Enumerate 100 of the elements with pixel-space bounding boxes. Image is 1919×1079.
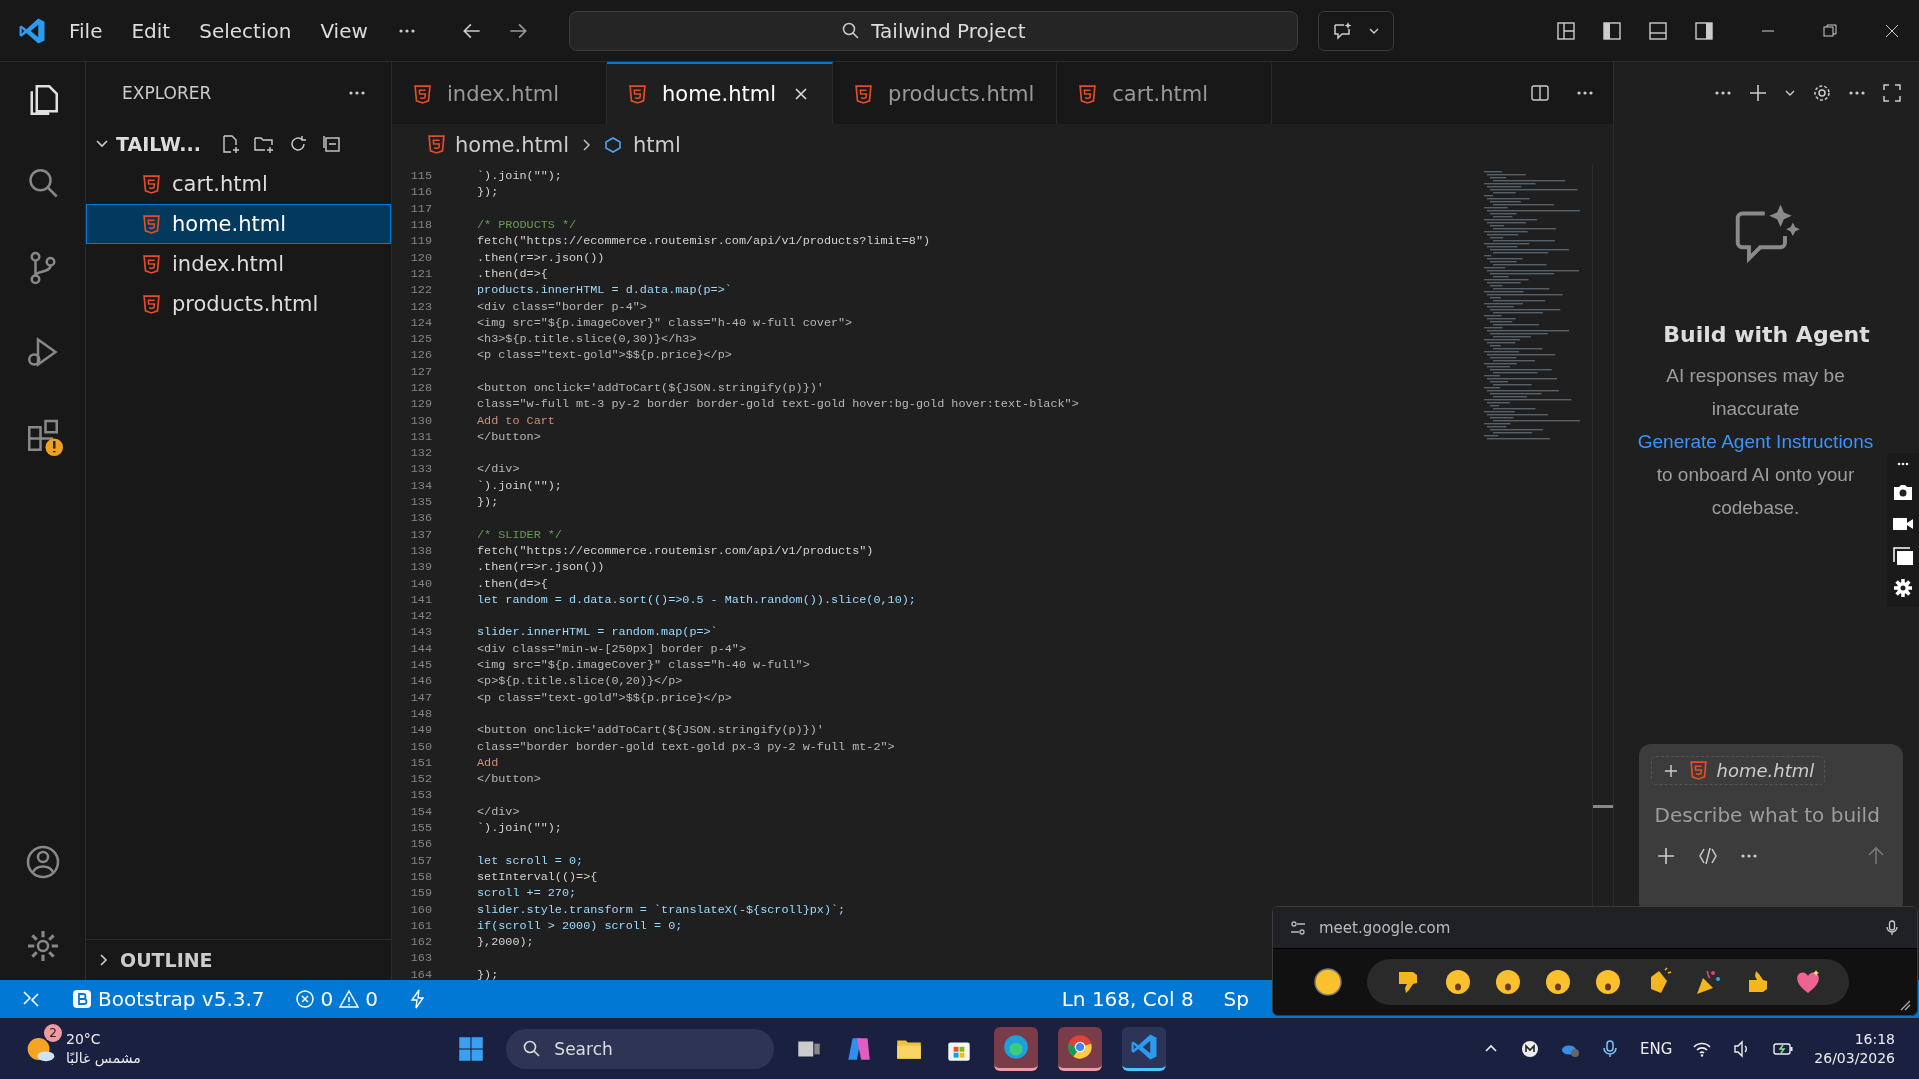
html-file-icon bbox=[143, 174, 160, 194]
code-tool-icon[interactable] bbox=[1696, 845, 1719, 867]
explorer-tree-row[interactable]: cart.html bbox=[86, 164, 391, 204]
secondary-sidebar-toggle-icon[interactable] bbox=[1693, 19, 1715, 42]
line-number: 162 bbox=[409, 935, 432, 950]
extension-status[interactable]: Bootstrap v5.3.7 bbox=[72, 987, 265, 1011]
code-line: `).join(""); bbox=[477, 821, 562, 835]
site-settings-icon[interactable] bbox=[1289, 918, 1307, 937]
notification-badge: 2 bbox=[44, 1023, 62, 1042]
code-line: slider.innerHTML = random.map(p=>` bbox=[477, 625, 718, 640]
line-number: 133 bbox=[409, 462, 432, 477]
code-line: },2000); bbox=[477, 935, 534, 950]
temperature[interactable]: 20°C bbox=[66, 1029, 141, 1049]
panel-toggle-icon[interactable] bbox=[1647, 19, 1669, 42]
explorer-tree-row[interactable]: products.html bbox=[86, 284, 391, 324]
restore-icon[interactable] bbox=[1821, 21, 1839, 40]
code-line: <p class="text-gold">$${p.price}</p> bbox=[477, 690, 732, 705]
site-url: meet.google.com bbox=[1319, 918, 1451, 937]
line-number: 155 bbox=[409, 821, 432, 835]
taskbar-search[interactable]: Search bbox=[506, 1028, 775, 1069]
line-number: 131 bbox=[409, 429, 432, 444]
settings-icon[interactable] bbox=[1892, 577, 1914, 599]
line-number: 161 bbox=[409, 918, 432, 933]
line-number: 147 bbox=[409, 690, 432, 705]
editor-tab[interactable]: products.html bbox=[833, 62, 1058, 124]
line-number: 130 bbox=[409, 413, 432, 428]
code-line: fetch("https://ecommerce.routemisr.com/api/v1/products?limit=8") bbox=[477, 234, 931, 249]
editor-app-button[interactable] bbox=[1122, 1026, 1167, 1071]
clock[interactable]: 16:18 26/03/2026 bbox=[1814, 1029, 1895, 1068]
line-number: 128 bbox=[409, 381, 432, 395]
file-attachment-chip[interactable]: home.html bbox=[1650, 756, 1826, 785]
code-line: .then(r=>r.json()) bbox=[477, 250, 605, 265]
window-stack-icon[interactable] bbox=[1892, 545, 1914, 567]
html-file-icon bbox=[1689, 761, 1707, 780]
microphone-icon[interactable] bbox=[1600, 1038, 1620, 1059]
line-number: 146 bbox=[409, 674, 432, 689]
breadcrumb-item[interactable]: home.html bbox=[455, 132, 570, 157]
html-file-icon bbox=[629, 84, 646, 104]
layout-icon[interactable] bbox=[1555, 19, 1577, 42]
code-line: </div> bbox=[477, 462, 520, 477]
code-line: <div class="min-w-[250px] border p-4"> bbox=[477, 641, 746, 656]
code-line: fetch("https://ecommerce.routemisr.com/api/v1/products") bbox=[477, 543, 874, 558]
emoji-face-icon[interactable] bbox=[1543, 967, 1573, 997]
explorer-tree-row[interactable]: index.html bbox=[86, 244, 391, 284]
explorer-tree-row[interactable]: home.html bbox=[86, 204, 391, 244]
html-file-icon bbox=[143, 294, 160, 314]
code-line: }); bbox=[477, 967, 499, 982]
settings-icon[interactable] bbox=[1811, 82, 1833, 104]
html-file-icon bbox=[143, 214, 160, 234]
code-line: <div class="border p-4"> bbox=[477, 299, 647, 314]
line-number: 127 bbox=[409, 364, 432, 379]
line-number: 136 bbox=[409, 511, 432, 526]
editor-tab[interactable]: cart.html bbox=[1057, 62, 1273, 124]
emoji-face-icon[interactable] bbox=[1493, 967, 1523, 997]
new-chat-icon[interactable] bbox=[1747, 82, 1769, 104]
line-number: 141 bbox=[409, 592, 432, 607]
html-file-icon bbox=[1079, 84, 1097, 104]
language-indicator[interactable]: ENG bbox=[1640, 1039, 1673, 1058]
element-icon bbox=[603, 134, 624, 155]
menu-item[interactable]: File bbox=[69, 18, 103, 43]
app-logo-icon bbox=[1129, 1032, 1160, 1062]
code-line: /* PRODUCTS */ bbox=[477, 218, 577, 233]
skin-tone-icon[interactable] bbox=[1313, 967, 1343, 997]
code-line: </button> bbox=[477, 772, 541, 787]
indentation-status[interactable]: Sp bbox=[1223, 987, 1249, 1011]
line-number: 143 bbox=[409, 625, 432, 640]
browser-app-button[interactable] bbox=[994, 1026, 1039, 1071]
scrollbar-thumb[interactable] bbox=[1593, 805, 1613, 808]
code-line: <img src="${p.imageCover}" class="h-40 w-full"> bbox=[477, 658, 810, 673]
app-tray-icon[interactable] bbox=[1520, 1038, 1540, 1059]
emoji-face-icon[interactable] bbox=[1443, 967, 1473, 997]
cursor-position[interactable]: Ln 168, Col 8 bbox=[1061, 987, 1194, 1011]
command-center[interactable]: Tailwind Project bbox=[568, 10, 1298, 51]
line-number: 135 bbox=[409, 495, 432, 510]
chat-menu-button[interactable] bbox=[1317, 10, 1394, 51]
maximize-icon[interactable] bbox=[1881, 82, 1903, 104]
menu-item[interactable]: Edit bbox=[131, 18, 171, 43]
generate-instructions-link[interactable]: Generate Agent Instructions bbox=[1637, 431, 1874, 452]
menu-item[interactable]: Selection bbox=[199, 18, 292, 43]
line-number: 117 bbox=[409, 201, 432, 216]
line-number: 154 bbox=[409, 804, 432, 819]
weather-condition[interactable]: مشمس غالبًا bbox=[66, 1048, 141, 1068]
code-line: scroll += 270; bbox=[477, 886, 577, 901]
code-line: Add to Cart bbox=[477, 413, 555, 428]
microphone-icon[interactable] bbox=[1883, 918, 1901, 937]
menu-item[interactable]: View bbox=[320, 18, 368, 43]
line-number: 157 bbox=[409, 853, 432, 868]
line-number: 142 bbox=[409, 609, 432, 624]
breadcrumb-item[interactable]: html bbox=[633, 132, 681, 157]
folder-header[interactable]: TAILW... bbox=[94, 133, 201, 155]
line-number: 164 bbox=[409, 967, 432, 982]
browser-app-button[interactable] bbox=[1058, 1026, 1103, 1071]
emoji-face-icon[interactable] bbox=[1593, 967, 1623, 997]
split-editor-icon[interactable] bbox=[1529, 82, 1551, 104]
collapse-all-icon[interactable] bbox=[320, 133, 343, 155]
editor-tab[interactable]: home.html bbox=[607, 62, 834, 124]
sidebar-toggle-icon[interactable] bbox=[1601, 19, 1623, 42]
code-line: /* SLIDER */ bbox=[477, 527, 562, 542]
html-file-icon bbox=[414, 84, 431, 104]
problems-status[interactable]: 0 0 bbox=[294, 987, 379, 1011]
